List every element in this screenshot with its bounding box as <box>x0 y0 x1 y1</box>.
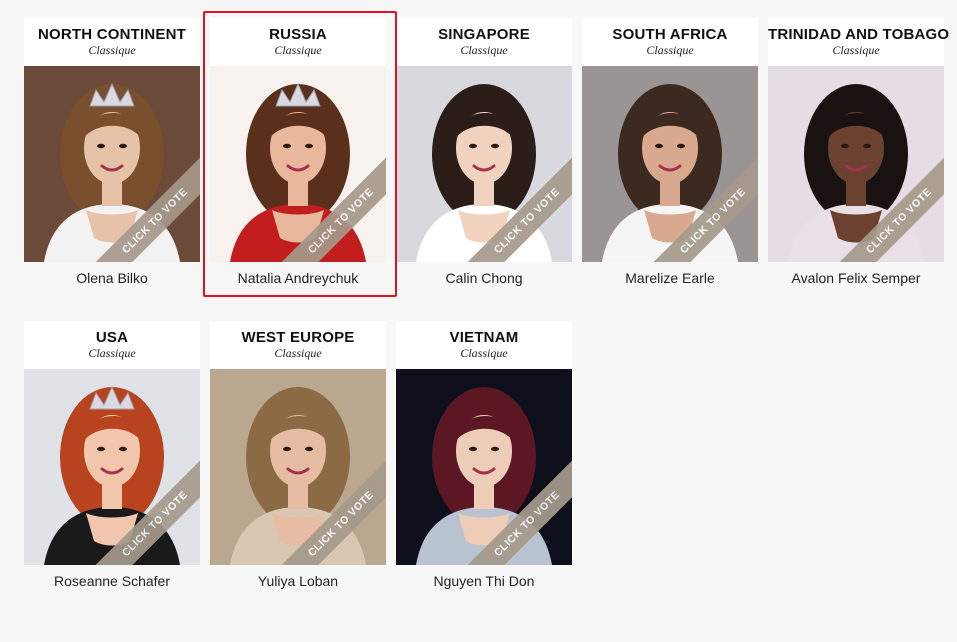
portrait-image <box>210 66 386 262</box>
contestant-name: Calin Chong <box>445 270 523 286</box>
card-header: TRINIDAD AND TOBAGO Classique <box>768 18 950 66</box>
category-label: Classique <box>460 346 508 360</box>
contestant-photo[interactable]: CLICK TO VOTE <box>396 369 572 565</box>
contestant-photo[interactable]: CLICK TO VOTE <box>396 66 572 262</box>
contestant-photo[interactable]: CLICK TO VOTE <box>24 66 200 262</box>
category-label: Classique <box>274 346 322 360</box>
contestant-name: Olena Bilko <box>76 270 148 286</box>
portrait-image <box>24 66 200 262</box>
contestant-photo[interactable]: CLICK TO VOTE <box>768 66 944 262</box>
card-header: SOUTH AFRICA Classique <box>582 18 758 66</box>
portrait-image <box>582 66 758 262</box>
country-label: WEST EUROPE <box>241 329 355 346</box>
contestant-name: Avalon Felix Semper <box>791 270 921 286</box>
country-label: SINGAPORE <box>438 26 530 43</box>
contestant-photo[interactable]: CLICK TO VOTE <box>210 66 386 262</box>
contestant-photo[interactable]: CLICK TO VOTE <box>210 369 386 565</box>
category-label: Classique <box>88 346 136 360</box>
portrait-image <box>396 369 572 565</box>
contestant-card-west-europe[interactable]: WEST EUROPE Classique CLICK TO VOTE Yuli… <box>210 321 386 603</box>
card-header: WEST EUROPE Classique <box>210 321 386 369</box>
contestant-photo[interactable]: CLICK TO VOTE <box>24 369 200 565</box>
contestant-card-russia[interactable]: RUSSIA Classique CLICK TO VOTE Natalia A… <box>210 18 386 300</box>
contestant-card-south-africa[interactable]: SOUTH AFRICA Classique CLICK TO VOTE Mar… <box>582 18 758 300</box>
contestant-card-usa[interactable]: USA Classique CLICK TO VOTE Roseanne Sch… <box>24 321 200 603</box>
portrait-image <box>24 369 200 565</box>
contestant-card-singapore[interactable]: SINGAPORE Classique CLICK TO VOTE Calin … <box>396 18 572 300</box>
portrait-image <box>768 66 944 262</box>
category-label: Classique <box>88 43 136 57</box>
card-header: NORTH CONTINENT Classique <box>24 18 200 66</box>
contestant-name: Roseanne Schafer <box>54 573 170 589</box>
category-label: Classique <box>460 43 508 57</box>
contestant-card-vietnam[interactable]: VIETNAM Classique CLICK TO VOTE Nguyen T… <box>396 321 572 603</box>
country-label: RUSSIA <box>269 26 327 43</box>
portrait-image <box>210 369 386 565</box>
contestant-grid: NORTH CONTINENT Classique CLICK TO VOTE … <box>0 0 957 642</box>
category-label: Classique <box>646 43 694 57</box>
card-header: RUSSIA Classique <box>210 18 386 66</box>
card-header: VIETNAM Classique <box>396 321 572 369</box>
country-label: SOUTH AFRICA <box>612 26 728 43</box>
contestant-name: Marelize Earle <box>625 270 715 286</box>
contestant-card-north-continent[interactable]: NORTH CONTINENT Classique CLICK TO VOTE … <box>24 18 200 300</box>
category-label: Classique <box>832 43 880 57</box>
contestant-photo[interactable]: CLICK TO VOTE <box>582 66 758 262</box>
contestant-card-trinidad-and-tobago[interactable]: TRINIDAD AND TOBAGO Classique CLICK TO V… <box>768 18 950 300</box>
contestant-name: Natalia Andreychuk <box>237 270 359 286</box>
card-header: SINGAPORE Classique <box>396 18 572 66</box>
contestant-name: Nguyen Thi Don <box>433 573 535 589</box>
country-label: NORTH CONTINENT <box>38 26 186 43</box>
card-header: USA Classique <box>24 321 200 369</box>
country-label: TRINIDAD AND TOBAGO <box>768 26 950 43</box>
portrait-image <box>396 66 572 262</box>
country-label: VIETNAM <box>449 329 519 346</box>
category-label: Classique <box>274 43 322 57</box>
country-label: USA <box>95 329 129 346</box>
contestant-name: Yuliya Loban <box>257 573 339 589</box>
